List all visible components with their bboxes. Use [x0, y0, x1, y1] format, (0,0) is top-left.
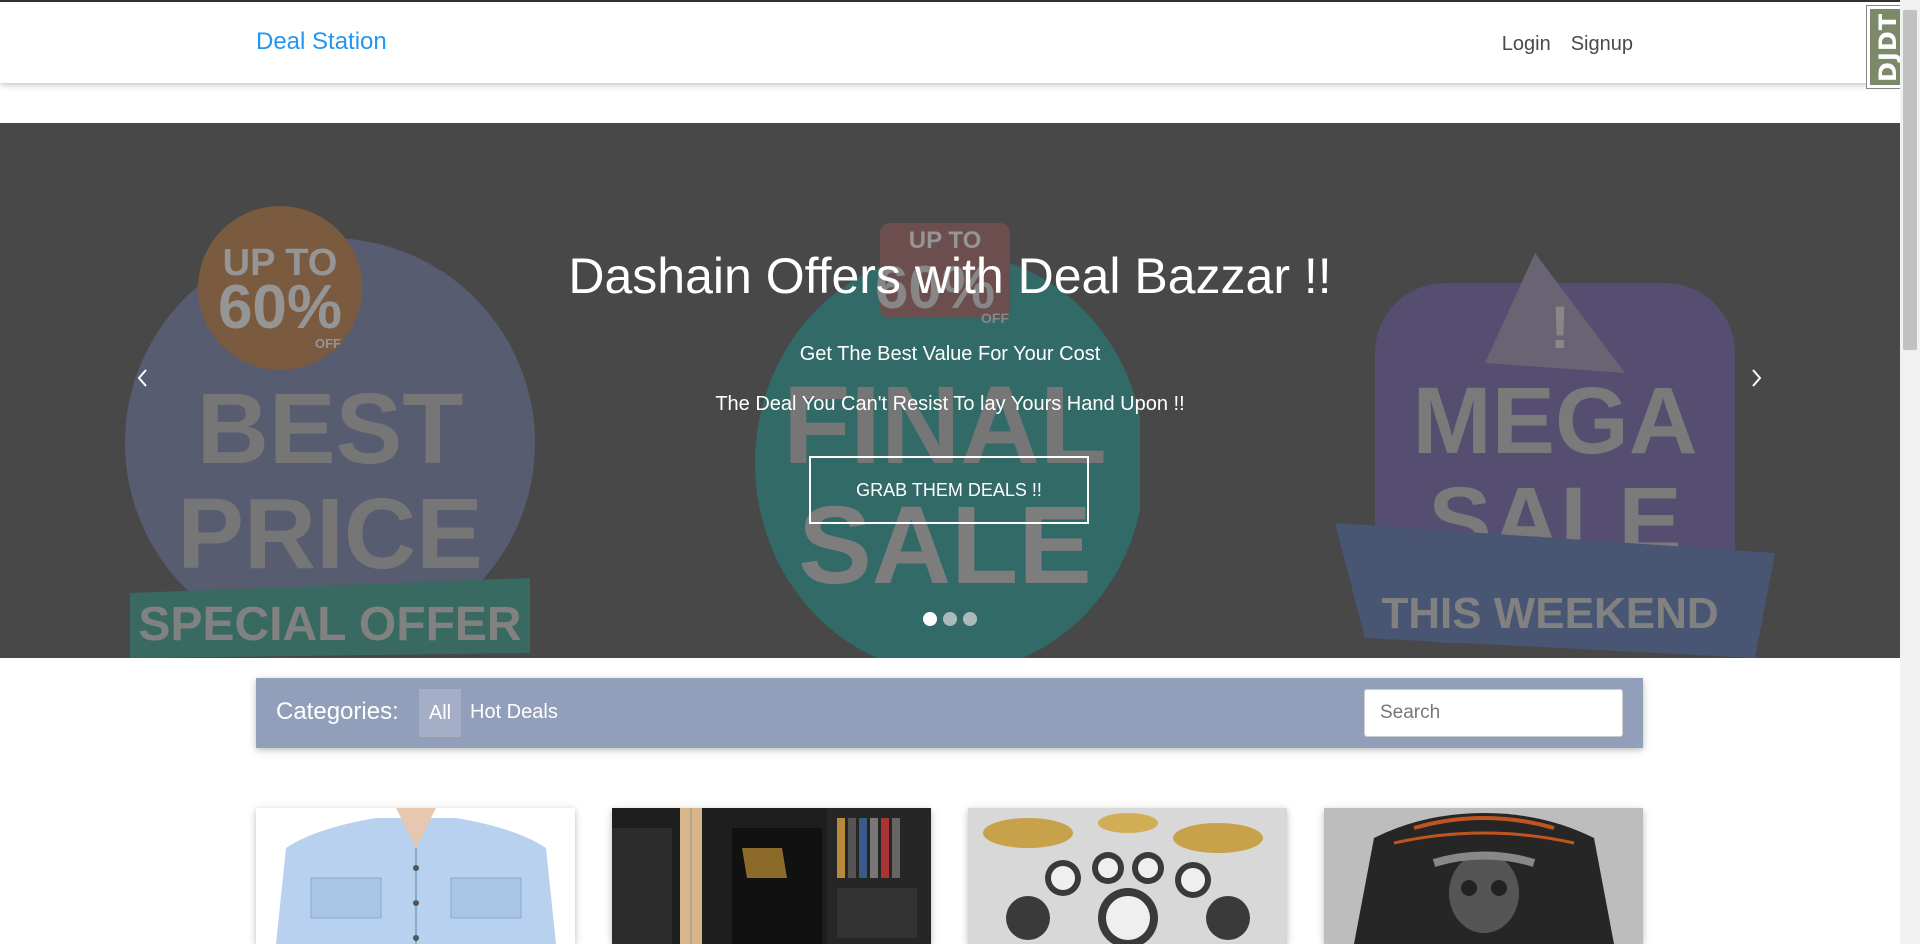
carousel-indicator-3[interactable]	[963, 612, 977, 626]
category-hot-deals-tab[interactable]: Hot Deals	[470, 701, 558, 724]
product-card[interactable]	[968, 808, 1287, 944]
product-card[interactable]	[256, 808, 575, 944]
product-grid	[256, 808, 1643, 944]
carousel-next-button[interactable]	[1737, 363, 1777, 397]
navbar: Deal Station Login Signup	[0, 2, 1920, 83]
carousel-indicator-1[interactable]	[923, 612, 937, 626]
carousel-indicators	[0, 612, 1900, 626]
product-card[interactable]	[1324, 808, 1643, 944]
drum-kit-image	[968, 808, 1287, 944]
grab-deals-button[interactable]: GRAB THEM DEALS !!	[809, 456, 1089, 524]
chevron-left-icon	[137, 369, 147, 387]
carousel-dark-overlay	[0, 123, 1900, 658]
page-scrollbar[interactable]	[1900, 0, 1920, 944]
hero-tagline: The Deal You Can't Resist To lay Yours H…	[715, 393, 1185, 415]
signup-link[interactable]: Signup	[1571, 33, 1633, 56]
hero-carousel: UP TO 60% OFF BEST PRICE SPECIAL OFFER U…	[0, 123, 1900, 658]
hero-subtitle: Get The Best Value For Your Cost	[799, 343, 1101, 365]
categories-bar: Categories: All Hot Deals	[256, 678, 1643, 748]
carousel-indicator-2[interactable]	[943, 612, 957, 626]
brand-link[interactable]: Deal Station	[256, 28, 387, 56]
category-all-tab[interactable]: All	[419, 689, 461, 737]
guitar-bookshelf-image	[612, 808, 931, 944]
login-link[interactable]: Login	[1502, 33, 1551, 56]
leather-jacket-image	[1324, 808, 1643, 944]
hero-title: Dashain Offers with Deal Bazzar !!	[568, 248, 1332, 304]
search-input[interactable]	[1364, 689, 1623, 737]
chevron-right-icon	[1752, 369, 1762, 387]
scrollbar-thumb[interactable]	[1903, 10, 1917, 350]
nav-links: Login Signup	[1502, 33, 1633, 56]
categories-label: Categories:	[276, 698, 399, 725]
carousel-prev-button[interactable]	[122, 363, 162, 397]
denim-shirt-image	[256, 808, 575, 944]
product-card[interactable]	[612, 808, 931, 944]
